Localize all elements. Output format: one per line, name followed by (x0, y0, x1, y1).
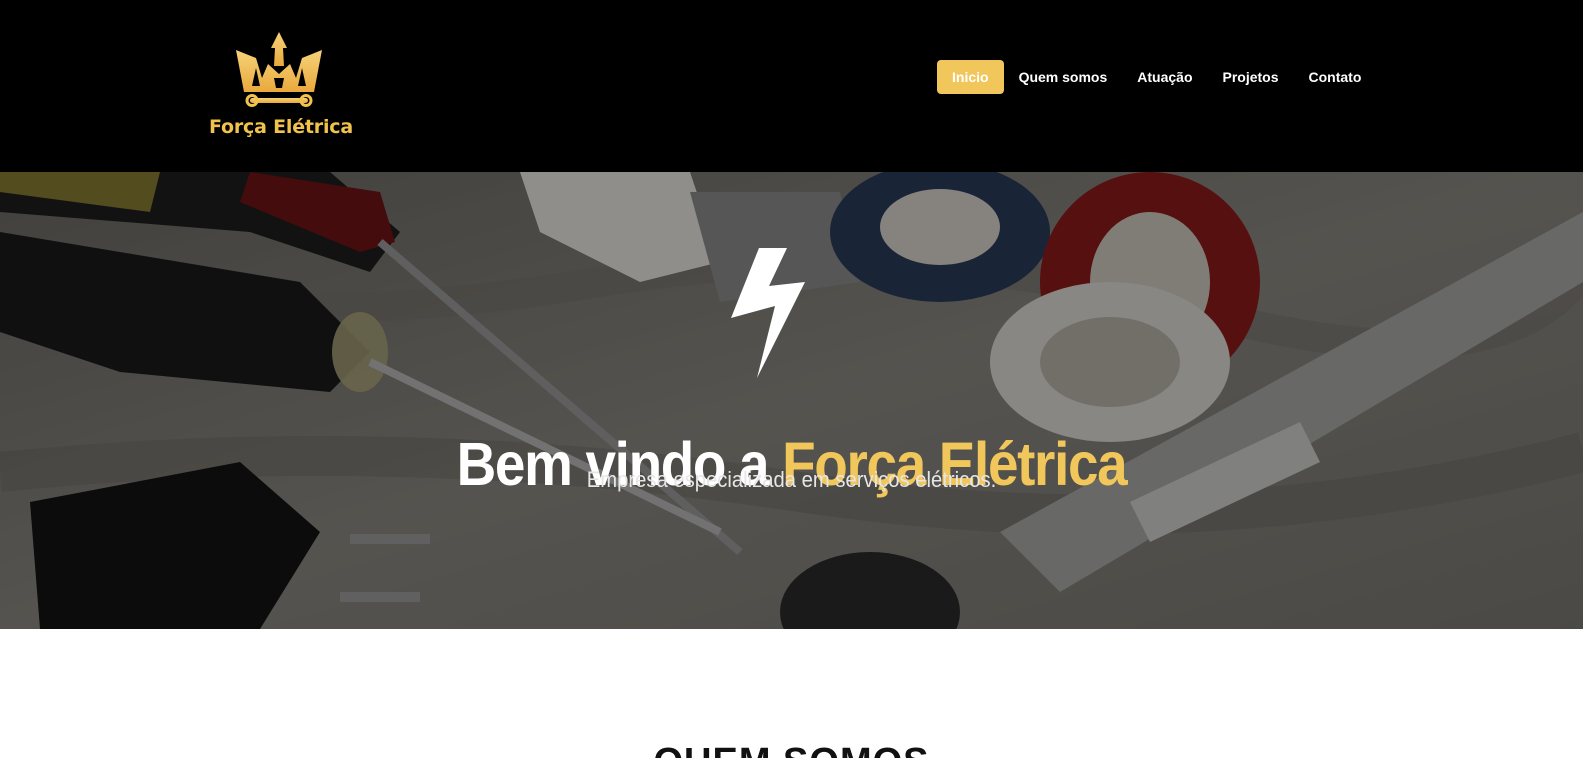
crown-icon (236, 32, 322, 107)
about-heading: QUEM SOMOS (0, 741, 1583, 758)
site-header: Força Elétrica Inicio Quem somos Atuação… (0, 0, 1583, 172)
nav-item-quem-somos[interactable]: Quem somos (1004, 60, 1123, 94)
hero-overlay (0, 172, 1583, 629)
brand-logo[interactable]: Força Elétrica (204, 28, 354, 146)
nav-item-projetos[interactable]: Projetos (1208, 60, 1294, 94)
hero-section: Bem vindo a Força Elétrica Empresa espec… (0, 172, 1583, 629)
main-nav: Inicio Quem somos Atuação Projetos Conta… (937, 60, 1376, 94)
nav-item-atuacao[interactable]: Atuação (1122, 60, 1207, 94)
about-section: QUEM SOMOS (0, 629, 1583, 758)
nav-item-contato[interactable]: Contato (1294, 60, 1377, 94)
hero-subtitle: Empresa especializada em serviços elétri… (586, 467, 997, 492)
lightning-bolt-icon (731, 248, 805, 378)
brand-name: Força Elétrica (209, 116, 353, 138)
nav-item-inicio[interactable]: Inicio (937, 60, 1004, 94)
